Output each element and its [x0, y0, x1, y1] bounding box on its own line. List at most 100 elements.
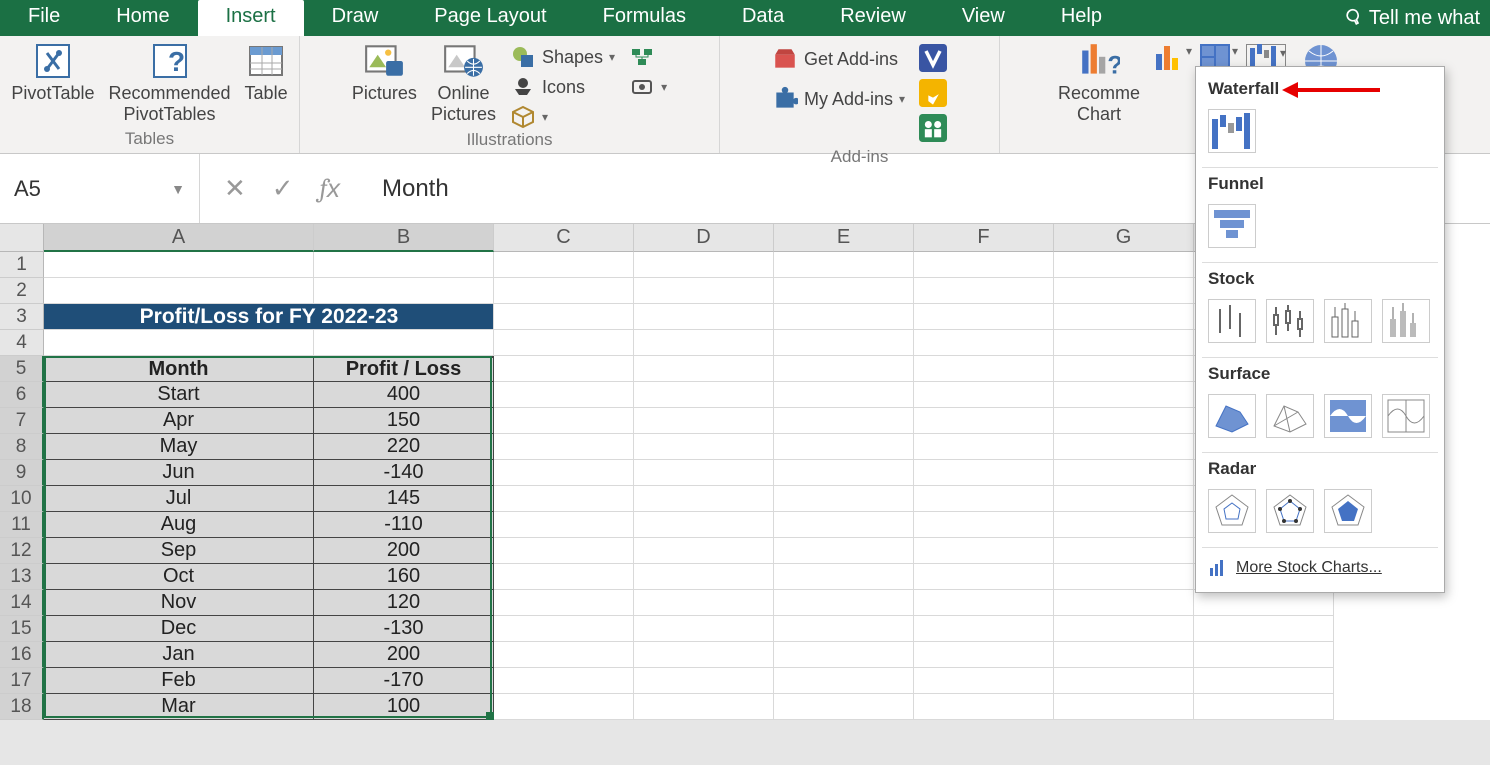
cell-B12[interactable]: 200: [314, 538, 494, 564]
cell-D11[interactable]: [634, 512, 774, 538]
cell-E16[interactable]: [774, 642, 914, 668]
cell-B9[interactable]: -140: [314, 460, 494, 486]
cell-F14[interactable]: [914, 590, 1054, 616]
cell-A15[interactable]: Dec: [44, 616, 314, 642]
cell-D6[interactable]: [634, 382, 774, 408]
cell-D15[interactable]: [634, 616, 774, 642]
cell-B14[interactable]: 120: [314, 590, 494, 616]
column-header-B[interactable]: B: [314, 224, 494, 252]
cell-G5[interactable]: [1054, 356, 1194, 382]
cell-A2[interactable]: [44, 278, 314, 304]
people-graph-icon[interactable]: [919, 114, 947, 147]
cell-E18[interactable]: [774, 694, 914, 720]
cell-E15[interactable]: [774, 616, 914, 642]
tab-insert[interactable]: Insert: [198, 0, 304, 36]
cell-D14[interactable]: [634, 590, 774, 616]
cell-G15[interactable]: [1054, 616, 1194, 642]
cell-D4[interactable]: [634, 330, 774, 356]
cell-F4[interactable]: [914, 330, 1054, 356]
cell-E13[interactable]: [774, 564, 914, 590]
cell-E7[interactable]: [774, 408, 914, 434]
cell-G10[interactable]: [1054, 486, 1194, 512]
cell-A11[interactable]: Aug: [44, 512, 314, 538]
cell-G18[interactable]: [1054, 694, 1194, 720]
cell-B6[interactable]: 400: [314, 382, 494, 408]
cell-B17[interactable]: -170: [314, 668, 494, 694]
cell-B10[interactable]: 145: [314, 486, 494, 512]
waterfall-chart-thumb[interactable]: [1208, 109, 1256, 153]
cell-E17[interactable]: [774, 668, 914, 694]
select-all-corner[interactable]: [0, 224, 44, 252]
cell-B2[interactable]: [314, 278, 494, 304]
pivottable-button[interactable]: PivotTable: [11, 40, 94, 103]
3dmodels-button[interactable]: ▾: [510, 104, 615, 130]
cell-G17[interactable]: [1054, 668, 1194, 694]
cell-F13[interactable]: [914, 564, 1054, 590]
cell-D2[interactable]: [634, 278, 774, 304]
fx-icon[interactable]: fx: [320, 173, 340, 204]
cell-D18[interactable]: [634, 694, 774, 720]
cell-D17[interactable]: [634, 668, 774, 694]
cell-G11[interactable]: [1054, 512, 1194, 538]
column-header-D[interactable]: D: [634, 224, 774, 252]
name-box[interactable]: ▼: [0, 154, 200, 223]
cell-A1[interactable]: [44, 252, 314, 278]
cell-C11[interactable]: [494, 512, 634, 538]
cell-C4[interactable]: [494, 330, 634, 356]
recommended-pivot-button[interactable]: ? Recommended PivotTables: [108, 40, 230, 124]
row-header-4[interactable]: 4: [0, 330, 44, 356]
cancel-formula-icon[interactable]: ✕: [224, 173, 246, 204]
cell-A14[interactable]: Nov: [44, 590, 314, 616]
row-header-14[interactable]: 14: [0, 590, 44, 616]
cell-F10[interactable]: [914, 486, 1054, 512]
get-addins-button[interactable]: Get Add-ins: [772, 46, 905, 72]
cell-A10[interactable]: Jul: [44, 486, 314, 512]
cell-C14[interactable]: [494, 590, 634, 616]
cell-C7[interactable]: [494, 408, 634, 434]
cell-A12[interactable]: Sep: [44, 538, 314, 564]
cell-G7[interactable]: [1054, 408, 1194, 434]
row-header-10[interactable]: 10: [0, 486, 44, 512]
cell-B8[interactable]: 220: [314, 434, 494, 460]
tab-view[interactable]: View: [934, 0, 1033, 36]
cell-F7[interactable]: [914, 408, 1054, 434]
cell-E11[interactable]: [774, 512, 914, 538]
cell-C10[interactable]: [494, 486, 634, 512]
row-header-8[interactable]: 8: [0, 434, 44, 460]
tab-page-layout[interactable]: Page Layout: [406, 0, 574, 36]
row-header-2[interactable]: 2: [0, 278, 44, 304]
surface-chart-thumb-3[interactable]: [1324, 394, 1372, 438]
name-box-input[interactable]: [14, 176, 154, 202]
cell-G9[interactable]: [1054, 460, 1194, 486]
cell-A4[interactable]: [44, 330, 314, 356]
cell-D7[interactable]: [634, 408, 774, 434]
cell-F16[interactable]: [914, 642, 1054, 668]
icons-button[interactable]: Icons: [510, 74, 615, 100]
cell-F17[interactable]: [914, 668, 1054, 694]
surface-chart-thumb-4[interactable]: [1382, 394, 1430, 438]
cell-C16[interactable]: [494, 642, 634, 668]
column-header-F[interactable]: F: [914, 224, 1054, 252]
cell-F15[interactable]: [914, 616, 1054, 642]
surface-chart-thumb-2[interactable]: [1266, 394, 1314, 438]
cell-A6[interactable]: Start: [44, 382, 314, 408]
stock-chart-thumb-1[interactable]: [1208, 299, 1256, 343]
cell-G8[interactable]: [1054, 434, 1194, 460]
cell-H14[interactable]: [1194, 590, 1334, 616]
cell-H15[interactable]: [1194, 616, 1334, 642]
screenshot-button[interactable]: ▾: [629, 74, 667, 100]
cell-E8[interactable]: [774, 434, 914, 460]
cell-C3[interactable]: [494, 304, 634, 330]
row-header-16[interactable]: 16: [0, 642, 44, 668]
cell-F5[interactable]: [914, 356, 1054, 382]
cell-B5[interactable]: Profit / Loss: [314, 356, 494, 382]
table-button[interactable]: Table: [245, 40, 288, 103]
cell-A7[interactable]: Apr: [44, 408, 314, 434]
cell-B15[interactable]: -130: [314, 616, 494, 642]
row-header-5[interactable]: 5: [0, 356, 44, 382]
stock-chart-thumb-2[interactable]: [1266, 299, 1314, 343]
column-header-G[interactable]: G: [1054, 224, 1194, 252]
cell-C1[interactable]: [494, 252, 634, 278]
cell-F1[interactable]: [914, 252, 1054, 278]
cell-F18[interactable]: [914, 694, 1054, 720]
